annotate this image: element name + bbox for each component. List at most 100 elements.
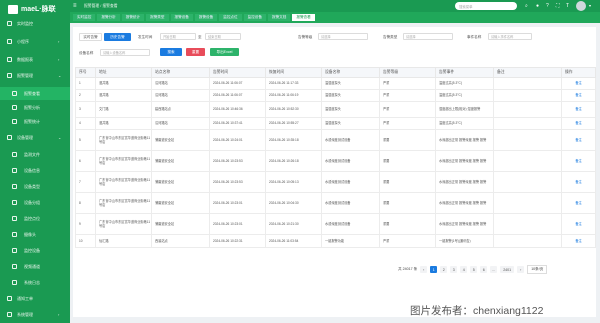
reset-button[interactable]: 重置	[186, 48, 205, 56]
page-3[interactable]: 3	[450, 266, 458, 273]
sidebar-item-system[interactable]: 系统管理 ›	[0, 308, 70, 321]
row-remark-link[interactable]: 备注	[561, 150, 596, 172]
table-cell: 广东省中山市东区富华道商业街巷11号店	[95, 129, 152, 151]
tab-alarm-stats[interactable]: 报警统计	[121, 14, 145, 21]
sidebar-item-alarm-management[interactable]: 报警管理 ⌄	[0, 69, 70, 82]
table-cell: 文门路	[95, 101, 152, 118]
table-cell: 重要	[379, 129, 436, 151]
table-cell: 1	[75, 77, 96, 90]
type-icon	[12, 184, 17, 189]
row-remark-link[interactable]: 备注	[561, 213, 596, 235]
help-icon[interactable]: ?	[546, 3, 549, 9]
menu-search-input[interactable]: 搜索菜单	[455, 2, 517, 10]
sidebar-item-monitor-devices[interactable]: 监控设备	[0, 244, 70, 257]
tab-alarm-docs[interactable]: 报警文档	[268, 14, 291, 21]
event-input[interactable]: 请输入事件名称	[488, 33, 532, 40]
table-cell: 一键报警(1号)(通讯告)	[435, 234, 494, 248]
sidebar-item-device-group[interactable]: 设备分组	[0, 196, 70, 209]
sidebar-item-label: 数据报表	[17, 56, 33, 62]
page-size-select[interactable]: 10条/页	[527, 265, 548, 274]
level-select[interactable]: 请选择	[318, 33, 368, 40]
tab-alarm-device-2[interactable]: 报警设备	[194, 14, 218, 21]
row-remark-link[interactable]: 备注	[561, 234, 596, 248]
tab-alarm-view[interactable]: 报警查看	[292, 14, 315, 21]
table-cell: 严重	[379, 89, 436, 102]
page-6[interactable]: 6	[480, 266, 488, 273]
end-date-input[interactable]: 结束日期	[205, 33, 241, 40]
chevron-down-icon[interactable]: ▾	[589, 3, 591, 8]
analysis-icon	[12, 105, 17, 110]
sidebar-item-alarm-view[interactable]: 报警查看	[0, 87, 70, 100]
next-page-button[interactable]: ›	[517, 266, 525, 273]
row-remark-link[interactable]: 备注	[561, 192, 596, 214]
sidebar-item-reports[interactable]: 数据报表 ›	[0, 53, 70, 66]
fullscreen-icon[interactable]: ⛶	[556, 3, 560, 9]
page-4[interactable]: 4	[460, 266, 468, 273]
font-size-icon[interactable]: T	[566, 3, 569, 9]
sidebar-item-device-management[interactable]: 设备管理 ⌄	[0, 131, 70, 144]
search-icon[interactable]: ⌕	[525, 3, 528, 9]
sidebar-item-label: 报警查看	[24, 90, 40, 96]
page-last[interactable]: 2401	[500, 266, 515, 273]
page-ellipsis[interactable]: ...	[490, 266, 498, 273]
table-cell: 严重	[379, 117, 436, 130]
row-remark-link[interactable]: 备注	[561, 89, 596, 102]
sidebar-item-device-type[interactable]: 设备类型	[0, 180, 70, 193]
table-header: 序号 地址 站点名称 告警时间 恢复时间 设备名称 告警等级 告警事件 备注 操…	[75, 67, 596, 78]
tab-alarm-type[interactable]: 报警类型	[146, 14, 169, 21]
page-5[interactable]: 5	[470, 266, 478, 273]
row-remark-link[interactable]: 备注	[561, 117, 596, 130]
sidebar-item-camera[interactable]: 摄像头	[0, 228, 70, 241]
sidebar-item-work-orders[interactable]: 通知工单	[0, 292, 70, 305]
row-remark-link[interactable]: 备注	[561, 101, 596, 118]
tab-alarm-analysis[interactable]: 报警分析	[97, 14, 120, 21]
group-icon	[12, 200, 17, 205]
stats-icon	[12, 119, 17, 124]
sidebar-item-video-channels[interactable]: 视频通道	[0, 260, 70, 273]
row-remark-link[interactable]: 备注	[561, 171, 596, 193]
avatar[interactable]	[576, 1, 586, 11]
workorder-icon	[7, 296, 12, 301]
tab-realtime[interactable]: 实时监控	[73, 14, 96, 21]
search-button[interactable]: 搜索	[160, 48, 182, 56]
table-cell: 8	[75, 192, 96, 214]
sidebar-item-monitor-points[interactable]: 监控点位	[0, 212, 70, 225]
sidebar-item-miniapp[interactable]: 小程序 ›	[0, 35, 70, 48]
tab-alarm-device[interactable]: 报警设备	[170, 14, 193, 21]
tab-monitor-points[interactable]: 监控点位	[219, 14, 242, 21]
sidebar-item-device-info[interactable]: 设备信息	[0, 164, 70, 177]
sidebar-item-system-log[interactable]: 系统日志	[0, 276, 70, 289]
range-separator: 至	[198, 35, 202, 39]
row-remark-link[interactable]: 备注	[561, 129, 596, 151]
sidebar-item-label: 监控设备	[24, 247, 40, 253]
sidebar-item-label: 设备信息	[24, 167, 40, 173]
start-date-input[interactable]: 开始日期	[160, 33, 196, 40]
sidebar-item-monitor-files[interactable]: 监测文件	[0, 148, 70, 161]
history-alarm-button[interactable]: 历史告警	[104, 33, 131, 41]
sidebar-item-alarm-stats[interactable]: 报警统计	[0, 115, 70, 128]
realtime-alarm-button[interactable]: 实时告警	[79, 33, 102, 41]
table-row: 9 广东省中山市东区富华道商业街巷11号店 蒲磨道安全站 2024-06-26 10:…	[75, 213, 596, 235]
tab-monitor-devices[interactable]: 监控设备	[243, 14, 266, 21]
alarm-table: 序号 地址 站点名称 告警时间 恢复时间 设备名称 告警等级 告警事件 备注 操…	[75, 67, 596, 248]
menu-toggle-icon[interactable]: ≡	[73, 3, 77, 9]
type-select[interactable]: 请选择	[403, 33, 453, 40]
logo-mark-icon	[8, 4, 18, 14]
table-cell: 2024-06-26 10:23:01	[209, 192, 266, 214]
export-excel-button[interactable]: 导出Excel	[210, 48, 239, 56]
row-remark-link[interactable]: 备注	[561, 77, 596, 90]
github-icon[interactable]: ●	[536, 3, 539, 9]
page-1[interactable]: 1	[430, 266, 438, 273]
table-cell: 沿河路站	[151, 117, 210, 130]
device-input[interactable]: 请输入设备名称	[100, 49, 150, 56]
sidebar-item-label: 设备分组	[24, 199, 40, 205]
col-recover-time: 恢复时间	[265, 67, 322, 78]
table-row: 4 漫井路 沿河路站 2024-06-26 10:37:41 2024-06-26 10…	[75, 117, 596, 130]
sidebar-item-alarm-analysis[interactable]: 报警分析	[0, 101, 70, 114]
table-row: 8 广东省中山市东区富华道商业街巷11号店 蒲磨道安全站 2024-06-26 10:…	[75, 192, 596, 214]
prev-page-button[interactable]: ‹	[420, 266, 428, 273]
table-cell: 2024-06-26 10:04:30	[265, 192, 322, 214]
type-label: 告警类型	[383, 35, 398, 39]
page-2[interactable]: 2	[440, 266, 448, 273]
sidebar-item-realtime[interactable]: 实时监控	[0, 17, 70, 30]
